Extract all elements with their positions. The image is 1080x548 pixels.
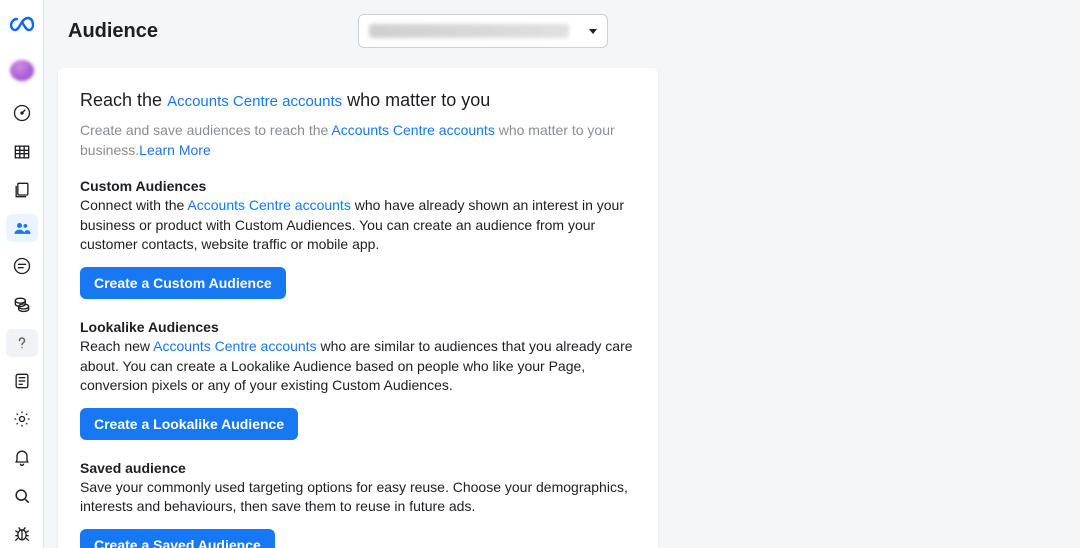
- nav-article[interactable]: [6, 367, 38, 395]
- nav-pages[interactable]: [6, 176, 38, 204]
- nav-notifications[interactable]: [6, 443, 38, 471]
- account-selector[interactable]: [358, 14, 608, 48]
- article-icon: [12, 371, 32, 391]
- lookalike-body: Reach new Accounts Centre accounts who a…: [80, 337, 636, 396]
- heading-link[interactable]: Accounts Centre accounts: [167, 93, 342, 110]
- nav-help[interactable]: [6, 329, 38, 357]
- learn-more-link[interactable]: Learn More: [139, 142, 211, 158]
- account-name-blurred: [369, 24, 569, 38]
- nav-search[interactable]: [6, 482, 38, 510]
- custom-body-link[interactable]: Accounts Centre accounts: [187, 197, 350, 213]
- nav-settings[interactable]: [6, 405, 38, 433]
- coins-icon: [12, 294, 32, 314]
- heading-suffix: who matter to you: [342, 90, 490, 110]
- page-title: Audience: [68, 20, 158, 43]
- nav-coins[interactable]: [6, 290, 38, 318]
- custom-body-prefix: Connect with the: [80, 197, 187, 213]
- nav-bug[interactable]: [6, 520, 38, 548]
- nav-card[interactable]: [6, 252, 38, 280]
- grid-icon: [12, 142, 32, 162]
- card-icon: [12, 256, 32, 276]
- create-lookalike-audience-button[interactable]: Create a Lookalike Audience: [80, 408, 298, 440]
- heading-prefix: Reach the: [80, 90, 167, 110]
- gauge-icon: [12, 103, 32, 123]
- card-subtext: Create and save audiences to reach the A…: [80, 121, 636, 160]
- bug-icon: [12, 524, 32, 544]
- gear-icon: [12, 409, 32, 429]
- subtext-prefix: Create and save audiences to reach the: [80, 122, 331, 138]
- card-heading: Reach the Accounts Centre accounts who m…: [80, 90, 636, 111]
- lookalike-title: Lookalike Audiences: [80, 319, 636, 335]
- lookalike-body-prefix: Reach new: [80, 338, 153, 354]
- custom-title: Custom Audiences: [80, 178, 636, 194]
- create-saved-audience-button[interactable]: Create a Saved Audience: [80, 529, 275, 548]
- question-icon: [12, 333, 32, 353]
- header: Audience: [44, 0, 1080, 56]
- nav-audience[interactable]: [6, 214, 38, 242]
- custom-body: Connect with the Accounts Centre account…: [80, 196, 636, 255]
- saved-title: Saved audience: [80, 460, 636, 476]
- nav-gauge[interactable]: [6, 99, 38, 127]
- lookalike-body-link[interactable]: Accounts Centre accounts: [153, 338, 316, 354]
- meta-logo[interactable]: [10, 12, 34, 36]
- avatar[interactable]: [10, 60, 34, 81]
- pages-icon: [12, 180, 32, 200]
- meta-infinity-icon: [10, 12, 34, 36]
- main-content: Audience Reach the Accounts Centre accou…: [44, 0, 1080, 548]
- chevron-down-icon: [589, 29, 597, 34]
- bell-icon: [12, 447, 32, 467]
- search-icon: [12, 486, 32, 506]
- saved-body: Save your commonly used targeting option…: [80, 478, 636, 517]
- sidebar: [0, 0, 44, 548]
- audience-card: Reach the Accounts Centre accounts who m…: [58, 68, 658, 548]
- create-custom-audience-button[interactable]: Create a Custom Audience: [80, 267, 286, 299]
- subtext-link[interactable]: Accounts Centre accounts: [331, 122, 494, 138]
- nav-grid[interactable]: [6, 137, 38, 165]
- people-icon: [12, 218, 32, 238]
